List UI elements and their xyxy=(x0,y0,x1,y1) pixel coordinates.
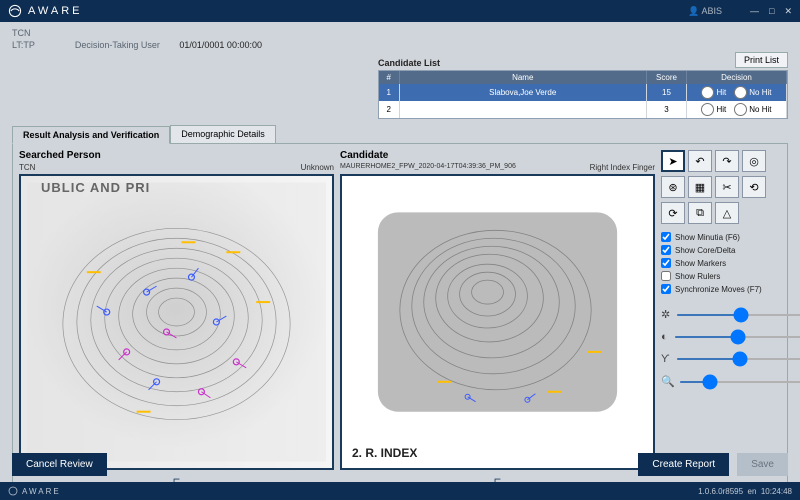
pointer-tool-icon[interactable]: ➤ xyxy=(661,150,685,172)
minimize-icon[interactable]: — xyxy=(750,6,759,16)
sliders: ✲100% ◐100% ϒ 🔍376% xyxy=(661,308,781,388)
save-button[interactable]: Save xyxy=(737,453,788,476)
tab-demographic[interactable]: Demographic Details xyxy=(170,125,276,143)
table-row[interactable]: 2 3 HitNo Hit xyxy=(379,101,787,118)
searched-fingerprint-viewer[interactable]: UBLIC AND PRI xyxy=(19,174,334,470)
candidate-fingerprint-viewer[interactable]: 2. R. INDEX xyxy=(340,174,655,470)
candidate-panel: Candidate MAURERHOME2_FPW_2020-04-17T04:… xyxy=(340,150,655,486)
nohit-radio[interactable] xyxy=(734,86,747,99)
searched-title: Searched Person xyxy=(19,150,334,161)
hit-radio[interactable] xyxy=(701,103,714,116)
decision-date: 01/01/0001 00:00:00 xyxy=(179,40,262,50)
candidate-sub-left: MAURERHOME2_FPW_2020-04-17T04:39:36_PM_9… xyxy=(340,163,516,172)
brand: AWARE xyxy=(8,4,83,18)
overlay-icon[interactable]: ⧉ xyxy=(688,202,712,224)
display-options: Show Minutia (F6) Show Core/Delta Show M… xyxy=(661,232,781,294)
redo-icon[interactable]: ↷ xyxy=(715,150,739,172)
target-icon[interactable]: ◎ xyxy=(742,150,766,172)
check-coredelta[interactable] xyxy=(661,245,671,255)
zoom-icon: 🔍 xyxy=(661,375,673,388)
grid-icon[interactable]: ▦ xyxy=(688,176,712,198)
tab-results[interactable]: Result Analysis and Verification xyxy=(12,126,170,144)
col-score[interactable]: Score xyxy=(647,71,687,84)
brightness-icon: ✲ xyxy=(661,308,670,321)
print-list-button[interactable]: Print List xyxy=(735,52,788,68)
lt-label: LT:TP xyxy=(12,40,35,50)
check-rulers[interactable] xyxy=(661,271,671,281)
gamma-icon: ϒ xyxy=(661,353,670,365)
reset-icon[interactable]: ⟲ xyxy=(742,176,766,198)
candidate-sub-right: Right Index Finger xyxy=(590,163,655,172)
status-bar: AWARE 1.0.6.0r8595 en 10:24:48 xyxy=(0,482,800,500)
contrast-slider[interactable] xyxy=(674,336,800,338)
status-brand: AWARE xyxy=(22,487,61,496)
col-decision[interactable]: Decision xyxy=(687,71,787,84)
status-time: 10:24:48 xyxy=(761,487,792,496)
searched-sub-left: TCN xyxy=(19,163,35,172)
candidate-title: Candidate xyxy=(340,150,655,161)
col-num[interactable]: # xyxy=(379,71,399,84)
close-icon[interactable]: ✕ xyxy=(784,6,792,17)
window-controls: 👤 ABIS — □ ✕ xyxy=(688,6,792,17)
contrast-icon: ◐ xyxy=(661,331,668,343)
check-sync[interactable] xyxy=(661,284,671,294)
brightness-slider[interactable] xyxy=(676,314,800,316)
col-name[interactable]: Name xyxy=(399,71,647,84)
candidate-list-title: Candidate List xyxy=(378,58,440,68)
rotate-icon[interactable]: ⟳ xyxy=(661,202,685,224)
maximize-icon[interactable]: □ xyxy=(769,6,774,16)
hit-radio[interactable] xyxy=(701,86,714,99)
tcn-label: TCN xyxy=(12,28,31,38)
table-row[interactable]: 1 Slabova,Joe Verde 15 HitNo Hit xyxy=(379,84,787,101)
tab-content: Searched Person TCN Unknown UBLIC AND PR… xyxy=(12,143,788,493)
tabs: Result Analysis and Verification Demogra… xyxy=(0,125,800,143)
decision-user-label: Decision-Taking User xyxy=(75,40,160,50)
bottom-bar: Cancel Review Create Report Save xyxy=(0,447,800,482)
warning-icon[interactable]: △ xyxy=(715,202,739,224)
status-version: 1.0.6.0r8595 xyxy=(698,487,743,496)
title-bar: AWARE 👤 ABIS — □ ✕ xyxy=(0,0,800,22)
brand-logo-icon xyxy=(8,4,22,18)
check-minutia[interactable] xyxy=(661,232,671,242)
check-markers[interactable] xyxy=(661,258,671,268)
metadata-row: TCN xyxy=(0,22,800,40)
status-logo-icon xyxy=(8,486,18,496)
searched-sub-right: Unknown xyxy=(301,163,334,172)
nohit-radio[interactable] xyxy=(734,103,747,116)
tool-sidebar: ➤ ↶ ↷ ◎ ⊛ ▦ ✂ ⟲ ⟳ ⧉ △ Show Minutia (F6) … xyxy=(661,150,781,486)
zoom-slider[interactable] xyxy=(679,381,800,383)
create-report-button[interactable]: Create Report xyxy=(638,453,729,476)
gamma-slider[interactable] xyxy=(676,358,800,360)
user-badge[interactable]: 👤 ABIS xyxy=(688,6,722,17)
searched-panel: Searched Person TCN Unknown UBLIC AND PR… xyxy=(19,150,334,486)
cancel-review-button[interactable]: Cancel Review xyxy=(12,453,107,476)
status-lang: en xyxy=(748,487,757,496)
candidate-table: # Name Score Decision 1 Slabova,Joe Verd… xyxy=(378,70,788,119)
brand-text: AWARE xyxy=(28,5,83,17)
cut-icon[interactable]: ✂ xyxy=(715,176,739,198)
undo-icon[interactable]: ↶ xyxy=(688,150,712,172)
link-icon[interactable]: ⊛ xyxy=(661,176,685,198)
